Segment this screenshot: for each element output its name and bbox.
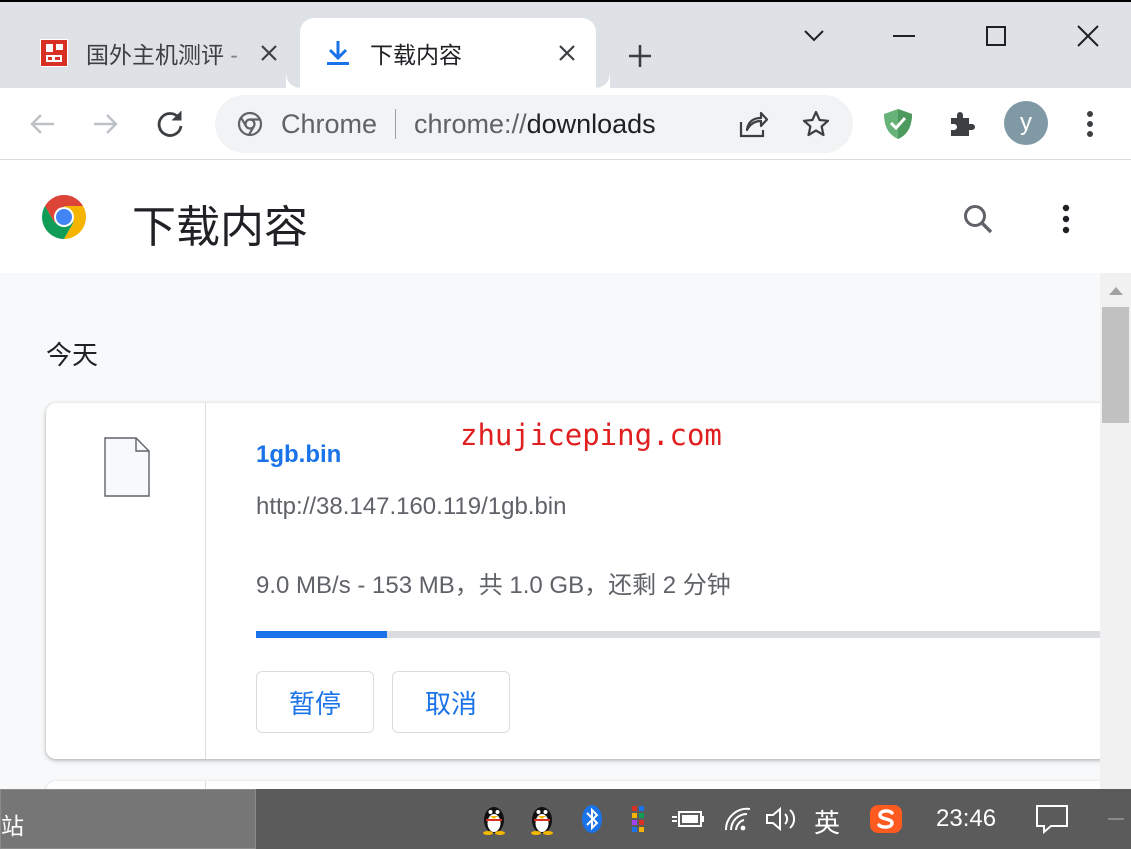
new-tab-button[interactable] [622,38,658,74]
omnibox-separator [395,109,397,139]
share-icon[interactable] [735,105,773,143]
qq-penguin-icon[interactable] [476,801,512,837]
omnibox-chip: Chrome [281,108,378,139]
watermark-text: zhujiceping.com [460,418,722,452]
volume-icon[interactable] [764,801,800,837]
download-item-icon-column [46,781,206,789]
section-date: 今天 [46,340,99,370]
tab-title: 国外主机测评 - [86,42,239,68]
taskbar-app-label: 站 [1,813,24,839]
download-progress-bar [256,631,1100,638]
taskbar-app-button[interactable]: 站 [0,789,256,849]
download-status: 9.0 MB/s - 153 MB，共 1.0 GB，还剩 2 分钟 [256,572,731,599]
download-item-next [46,781,1100,789]
menu-kebab-icon[interactable] [1068,102,1112,146]
wifi-icon[interactable] [720,801,756,837]
search-icon[interactable] [956,197,1000,241]
extensions-puzzle-icon[interactable] [940,102,984,146]
url-host: downloads [526,108,656,139]
cancel-button[interactable]: 取消 [392,671,510,733]
action-center-notification-icon[interactable] [1034,801,1070,837]
back-arrow-icon[interactable] [20,102,64,146]
address-bar[interactable]: Chrome chrome://downloads [215,95,853,153]
bookmark-star-icon[interactable] [797,105,835,143]
pause-button[interactable]: 暂停 [256,671,374,733]
downloads-header: 下载内容 [0,161,1131,273]
profile-avatar[interactable]: y [1004,101,1048,145]
downloads-list: 今天 1gb.bin http://38.147.160.119/1gb.bin… [0,273,1100,789]
url-scheme: chrome:// [414,108,527,139]
omnibox-url[interactable]: chrome://downloads [414,109,656,140]
tab-strip: 国外主机测评 - 下载内容 [0,0,1131,88]
tab-search-icon[interactable] [794,16,834,56]
browser-toolbar: Chrome chrome://downloads y [0,88,1131,160]
chrome-logo-icon [42,195,86,239]
page-title: 下载内容 [132,203,308,252]
more-actions-icon[interactable] [1046,197,1086,241]
scrollbar-thumb[interactable] [1102,307,1129,423]
scroll-up-arrow-icon[interactable] [1100,281,1131,301]
tab-zhujiceping[interactable]: 国外主机测评 - [16,18,298,88]
download-item-icon-column [46,403,206,759]
show-desktop-edge[interactable] [1098,801,1131,837]
download-icon [320,35,356,71]
battery-plug-icon[interactable] [670,801,706,837]
download-progress-fill [256,631,387,638]
file-icon [104,437,150,497]
taskbar-clock[interactable]: 23:46 [936,805,996,833]
close-icon[interactable] [254,38,284,68]
maximize-icon[interactable] [976,16,1016,56]
download-item: 1gb.bin http://38.147.160.119/1gb.bin 9.… [46,403,1100,759]
windows-taskbar: 站 英 23:46 [0,789,1131,849]
adguard-shield-icon[interactable] [876,102,920,146]
sogou-ime-icon[interactable] [868,801,904,837]
tab-downloads[interactable]: 下载内容 [300,18,610,88]
reload-icon[interactable] [148,102,192,146]
chrome-site-icon [235,109,265,139]
tab-title: 下载内容 [370,42,462,68]
file-name-link[interactable]: 1gb.bin [256,441,341,469]
color-dots-app-icon[interactable] [620,801,656,837]
ime-language-indicator[interactable]: 英 [814,803,840,840]
bluetooth-icon[interactable] [574,801,610,837]
page-scrollbar[interactable] [1100,273,1131,789]
minimize-icon[interactable] [884,16,924,56]
qq-penguin-icon[interactable] [524,801,560,837]
site-favicon-icon [36,35,72,71]
forward-arrow-icon[interactable] [84,102,128,146]
file-url[interactable]: http://38.147.160.119/1gb.bin [256,493,567,521]
close-icon[interactable] [552,38,582,68]
window-close-icon[interactable] [1068,16,1108,56]
